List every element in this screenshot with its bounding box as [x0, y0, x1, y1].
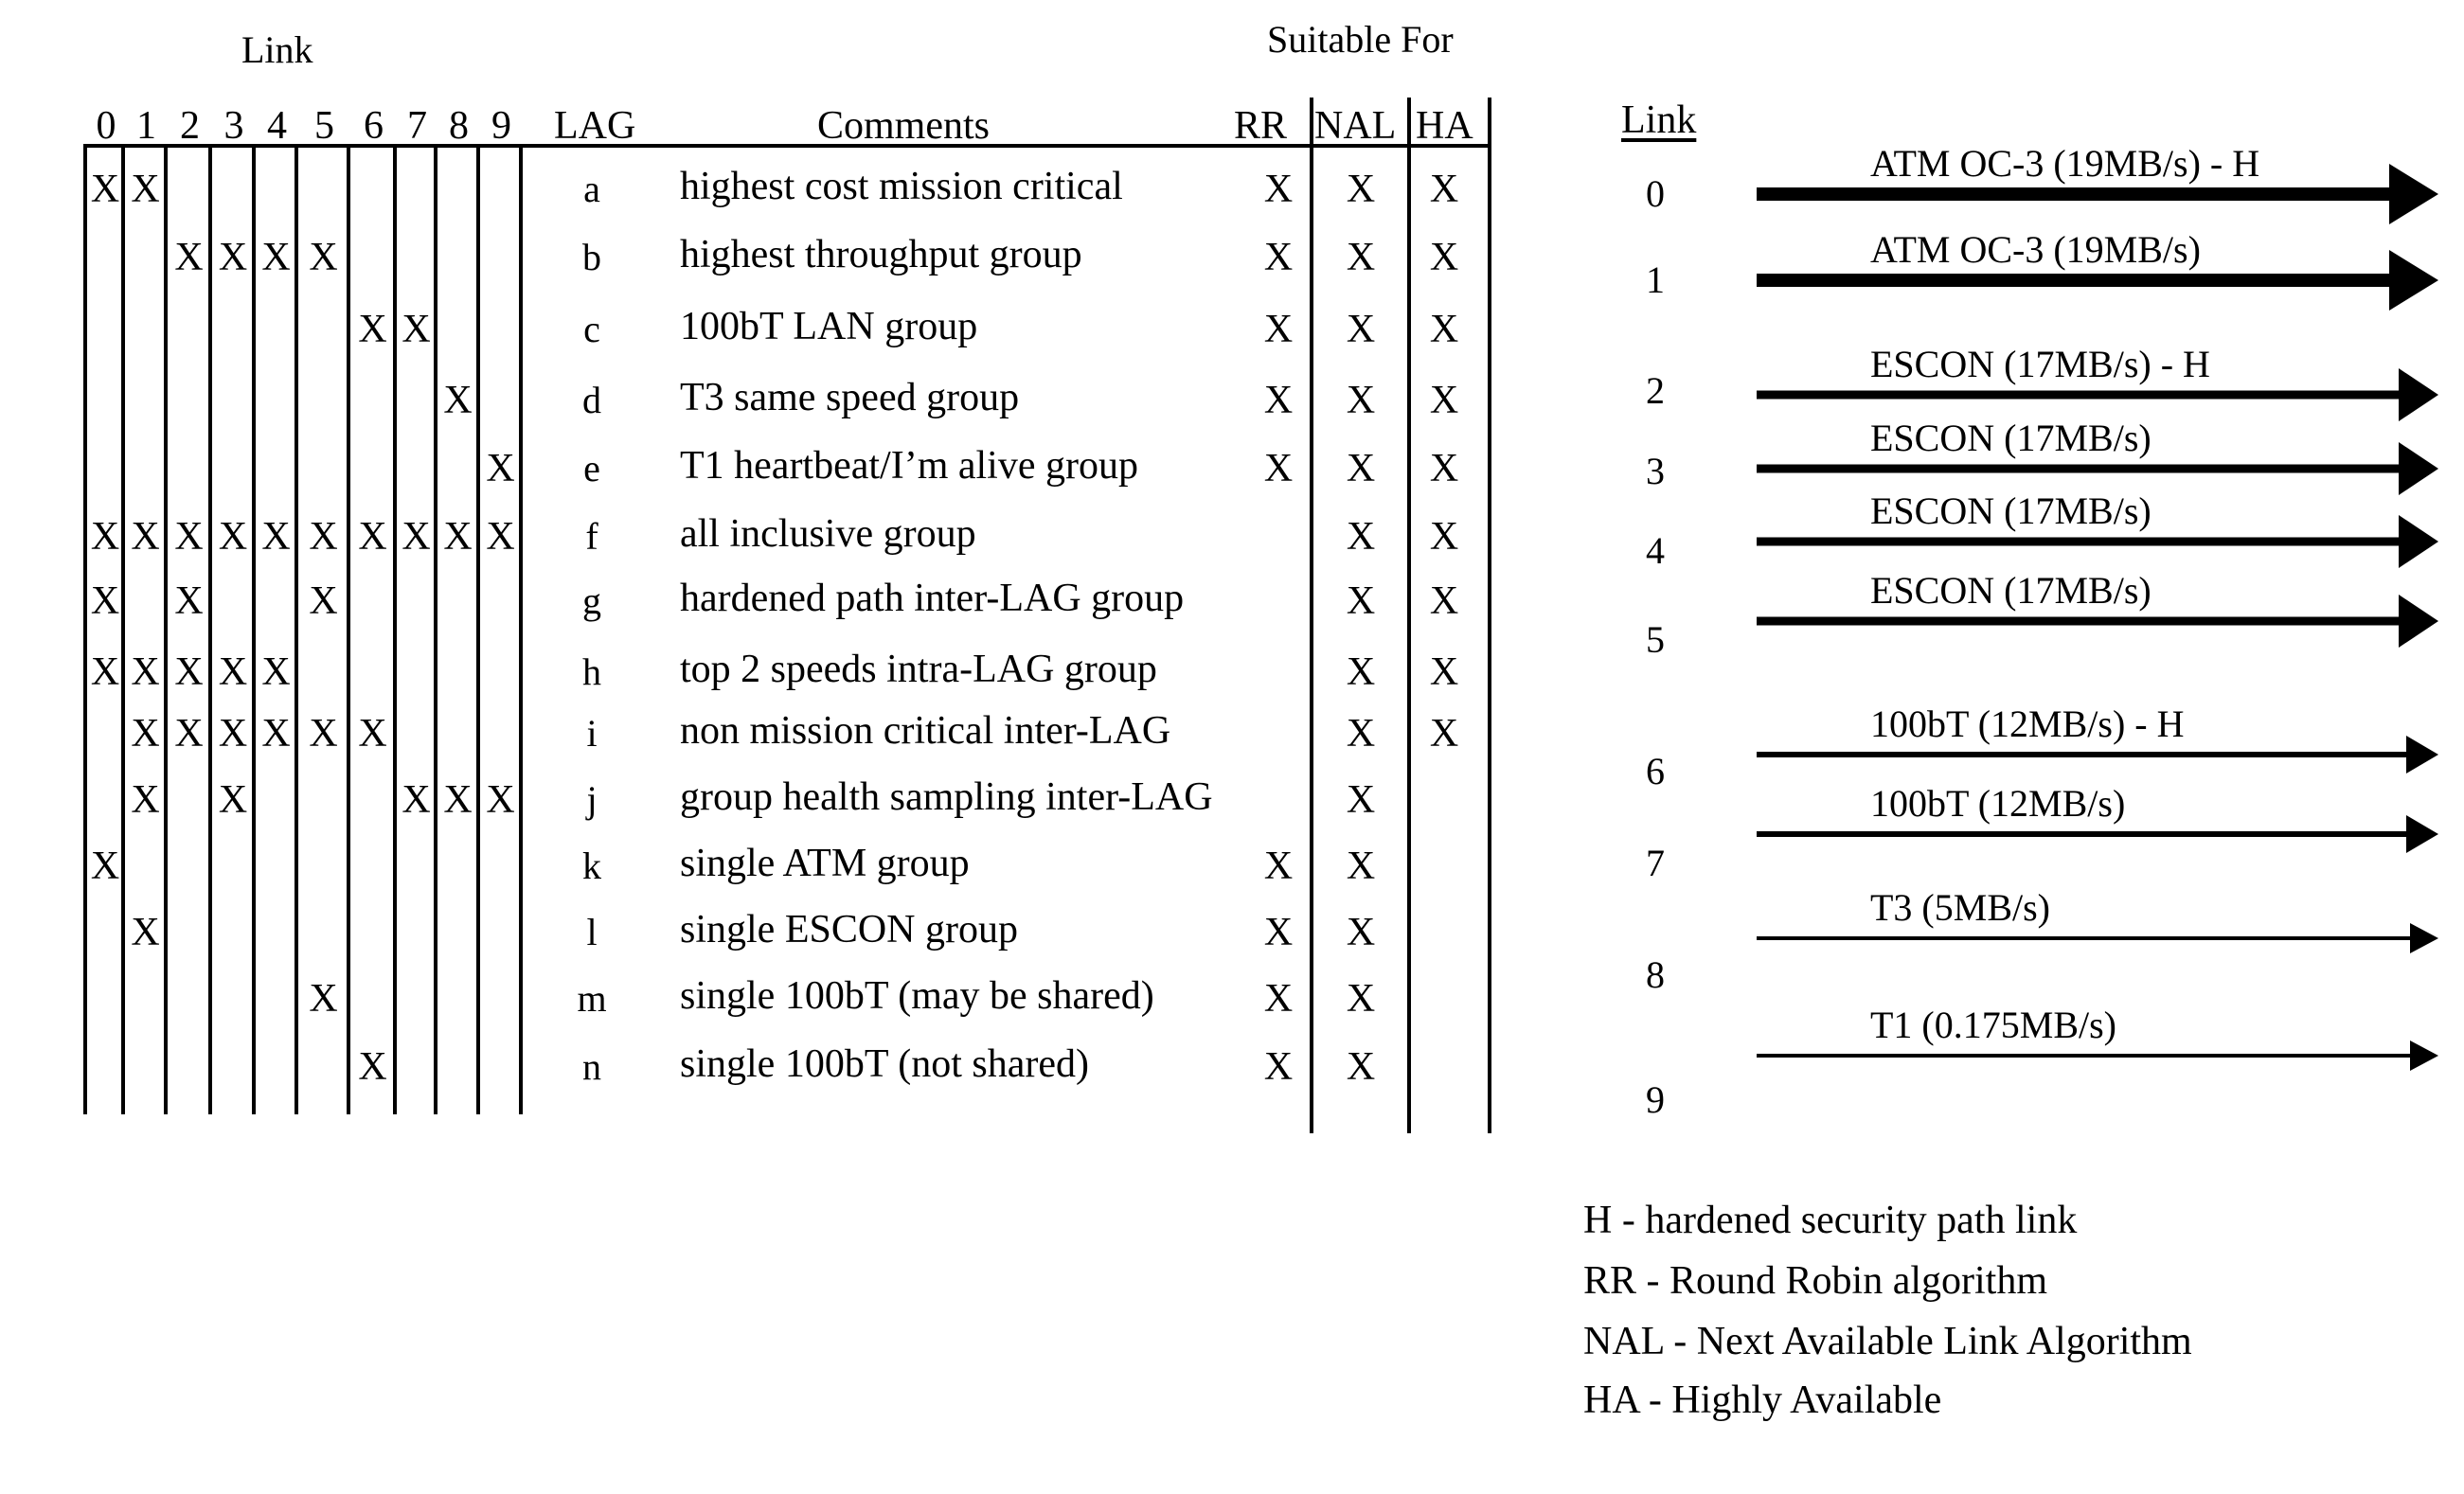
link-arrow	[1757, 368, 2438, 421]
link-arrow	[1757, 250, 2438, 311]
arrow-shaft	[1757, 1054, 2412, 1058]
abbreviation-entry: RR - Round Robin algorithm	[1583, 1259, 2048, 1303]
arrow-shaft	[1757, 537, 2401, 546]
link-arrow	[1757, 1040, 2438, 1071]
arrow-head-icon	[2399, 515, 2438, 568]
link-arrow	[1757, 442, 2438, 495]
arrow-head-icon	[2406, 736, 2438, 774]
abbreviation-entry: H - hardened security path link	[1583, 1199, 2078, 1242]
arrow-head-icon	[2399, 368, 2438, 421]
arrow-head-icon	[2389, 250, 2438, 311]
arrow-head-icon	[2410, 1040, 2438, 1071]
link-arrow	[1757, 515, 2438, 568]
arrow-shaft	[1757, 464, 2401, 473]
arrow-shaft	[1757, 274, 2391, 287]
arrow-shaft	[1757, 752, 2408, 757]
arrow-shaft	[1757, 187, 2391, 201]
arrow-head-icon	[2389, 164, 2438, 224]
link-arrow	[1757, 736, 2438, 774]
link-arrow	[1757, 595, 2438, 648]
link-arrow	[1757, 815, 2438, 853]
link-arrow	[1757, 923, 2438, 953]
arrow-shaft	[1757, 390, 2401, 400]
arrow-head-icon	[2410, 923, 2438, 953]
arrow-head-icon	[2406, 815, 2438, 853]
arrow-shaft	[1757, 831, 2408, 837]
arrow-shaft	[1757, 936, 2412, 940]
arrow-head-icon	[2399, 442, 2438, 495]
arrow-shaft	[1757, 616, 2401, 626]
link-arrow	[1757, 164, 2438, 224]
arrow-head-icon	[2399, 595, 2438, 648]
abbreviation-entry: NAL - Next Available Link Algorithm	[1583, 1320, 2192, 1363]
abbreviation-entry: HA - Highly Available	[1583, 1378, 1942, 1422]
link-arrows	[1757, 164, 2438, 1071]
